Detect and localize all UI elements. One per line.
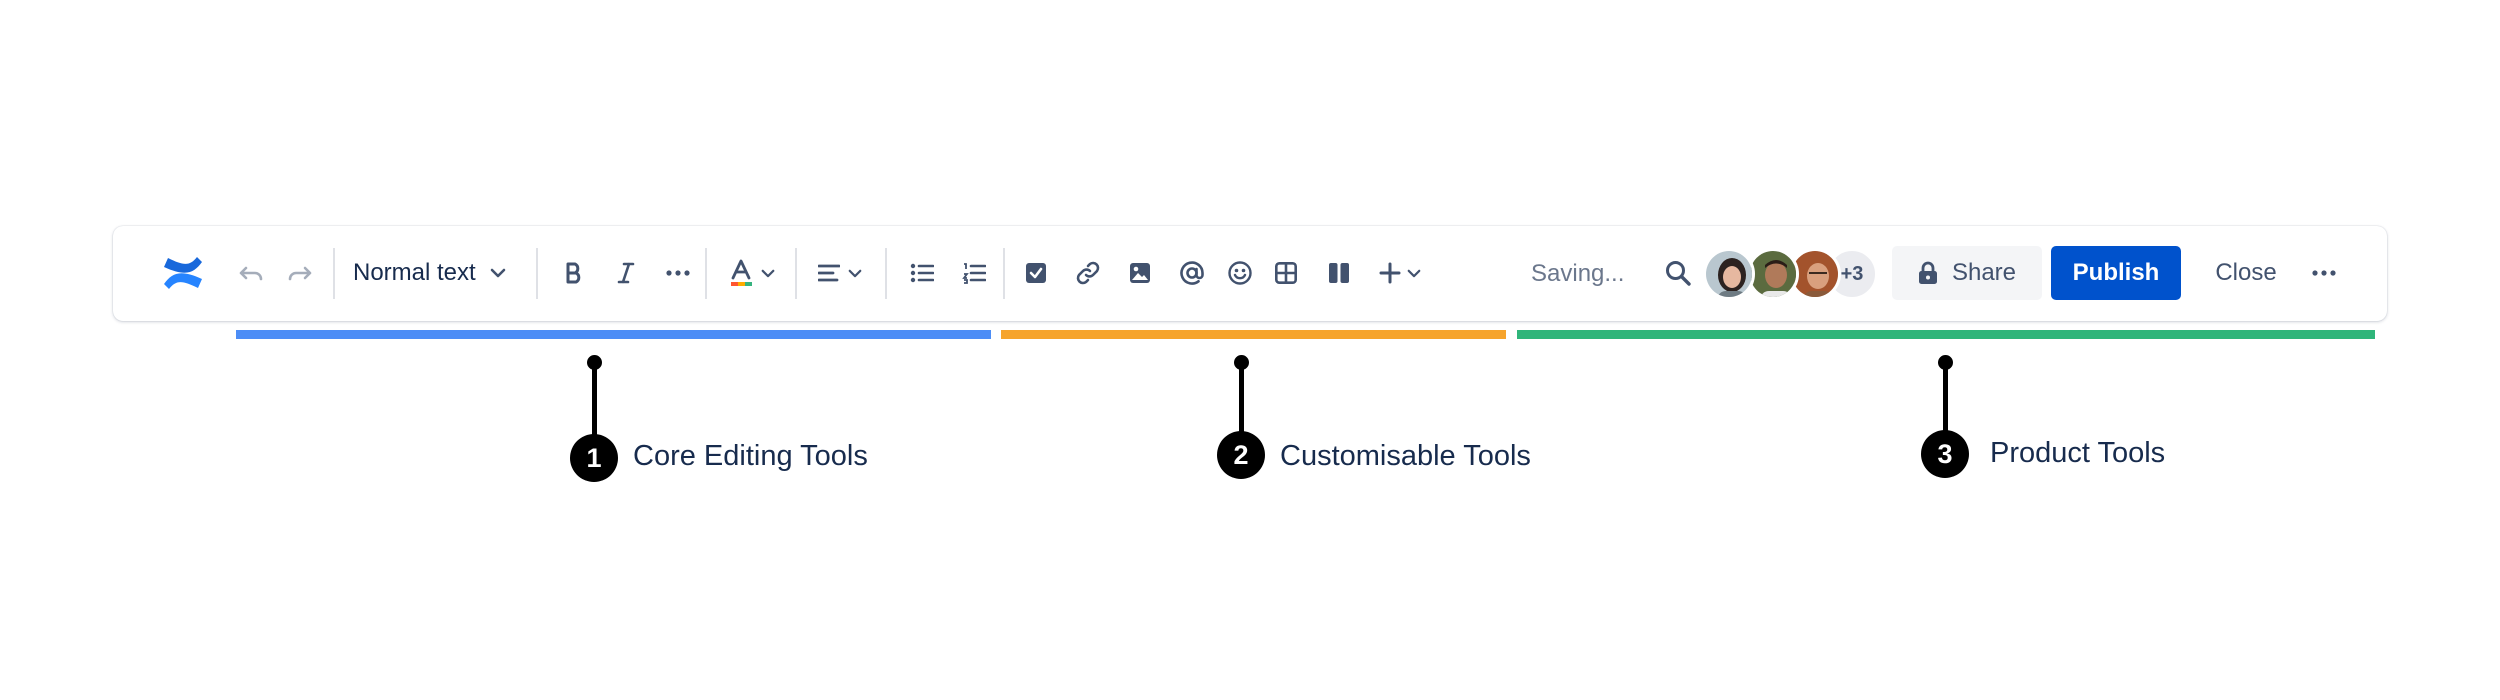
callout-line bbox=[1239, 362, 1244, 435]
close-button[interactable]: Close bbox=[2196, 246, 2296, 300]
chevron-down-icon bbox=[490, 268, 506, 278]
align-left-icon bbox=[818, 264, 840, 282]
editor-toolbar: Normal text Saving... +3 Share Publish C… bbox=[113, 226, 2387, 321]
insert-more-dropdown[interactable] bbox=[1370, 248, 1430, 298]
avatar[interactable] bbox=[1703, 248, 1755, 300]
plus-icon bbox=[1379, 262, 1401, 284]
action-item-icon[interactable] bbox=[1011, 248, 1061, 298]
bold-icon[interactable] bbox=[549, 248, 599, 298]
chevron-down-icon bbox=[1407, 269, 1421, 277]
search-icon[interactable] bbox=[1653, 248, 1703, 298]
chevron-down-icon bbox=[848, 269, 862, 277]
section-number-badge: 2 bbox=[1217, 431, 1265, 479]
more-formatting-icon[interactable] bbox=[653, 248, 703, 298]
section-number-badge: 1 bbox=[570, 434, 618, 482]
layouts-icon[interactable] bbox=[1314, 248, 1364, 298]
share-button[interactable]: Share bbox=[1892, 246, 2042, 300]
redo-icon[interactable] bbox=[280, 248, 320, 298]
image-icon[interactable] bbox=[1115, 248, 1165, 298]
section-bar-product bbox=[1517, 330, 2375, 339]
section-label-product: Product Tools bbox=[1990, 437, 2166, 469]
text-color-icon bbox=[731, 259, 752, 286]
section-number-badge: 3 bbox=[1921, 430, 1969, 478]
section-label-core-editing: Core Editing Tools bbox=[633, 440, 868, 472]
toolbar-separator bbox=[795, 248, 797, 299]
callout-line bbox=[592, 362, 597, 437]
text-style-label: Normal text bbox=[353, 259, 476, 286]
text-color-dropdown[interactable] bbox=[719, 248, 785, 298]
toolbar-separator bbox=[1003, 248, 1005, 299]
bullet-list-icon[interactable] bbox=[897, 248, 947, 298]
table-icon[interactable] bbox=[1261, 248, 1311, 298]
confluence-logo-icon[interactable] bbox=[153, 248, 213, 298]
chevron-down-icon bbox=[761, 269, 775, 277]
numbered-list-icon[interactable] bbox=[949, 248, 999, 298]
toolbar-separator bbox=[536, 248, 538, 299]
undo-icon[interactable] bbox=[231, 248, 271, 298]
toolbar-separator bbox=[705, 248, 707, 299]
mention-icon[interactable] bbox=[1167, 248, 1217, 298]
section-label-customisable: Customisable Tools bbox=[1280, 440, 1531, 472]
saving-status: Saving... bbox=[1531, 259, 1625, 287]
alignment-dropdown[interactable] bbox=[807, 248, 873, 298]
toolbar-separator bbox=[885, 248, 887, 299]
lock-icon bbox=[1918, 261, 1937, 284]
text-style-dropdown[interactable]: Normal text bbox=[353, 248, 506, 298]
emoji-icon[interactable] bbox=[1215, 248, 1265, 298]
section-bar-customisable bbox=[1001, 330, 1506, 339]
publish-button[interactable]: Publish bbox=[2051, 246, 2181, 300]
section-bar-core-editing bbox=[236, 330, 991, 339]
more-actions-icon[interactable] bbox=[2299, 246, 2349, 300]
italic-icon[interactable] bbox=[601, 248, 651, 298]
callout-line bbox=[1943, 362, 1948, 434]
link-icon[interactable] bbox=[1063, 248, 1113, 298]
toolbar-separator bbox=[333, 248, 335, 299]
share-label: Share bbox=[1951, 259, 2017, 286]
